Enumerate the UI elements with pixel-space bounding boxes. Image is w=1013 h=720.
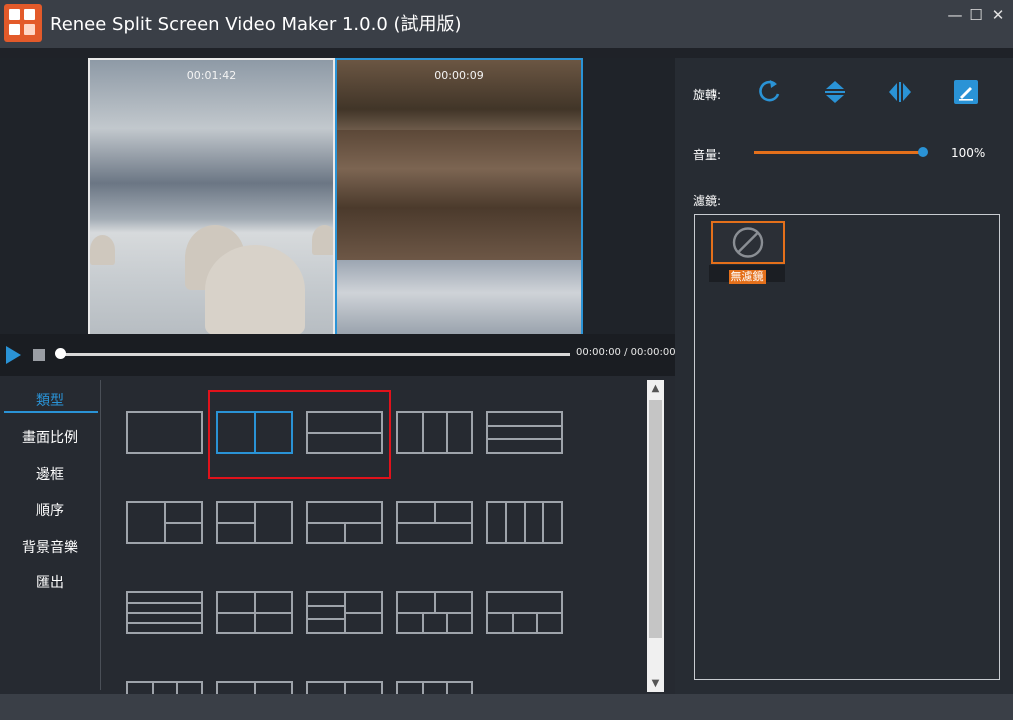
template-scrollbar[interactable]: ▲ ▼ xyxy=(647,380,664,692)
nav-item-border[interactable]: 邊框 xyxy=(0,464,100,484)
layout-template[interactable] xyxy=(396,411,473,454)
layout-template[interactable] xyxy=(486,411,563,454)
nav-active-indicator xyxy=(4,411,98,413)
properties-panel: 旋轉: 音量: 100% 濾鏡: 無濾鏡 xyxy=(675,58,1013,694)
divider xyxy=(100,380,101,690)
layout-template[interactable] xyxy=(486,501,563,544)
volume-slider-knob[interactable] xyxy=(918,147,928,157)
title-bar: Renee Split Screen Video Maker 1.0.0 (試用… xyxy=(0,0,1013,48)
filter-item-none[interactable] xyxy=(711,221,785,264)
filter-item-label-bg: 無濾鏡 xyxy=(709,265,785,284)
layout-template[interactable] xyxy=(126,501,203,544)
volume-slider-track[interactable] xyxy=(754,151,924,154)
video-pane-1[interactable]: 00:01:42 xyxy=(88,58,335,336)
filter-item-label: 無濾鏡 xyxy=(728,270,766,284)
progress-knob[interactable] xyxy=(55,348,66,359)
layout-template[interactable] xyxy=(126,411,203,454)
tree-branch xyxy=(337,130,581,260)
volume-value: 100% xyxy=(951,146,986,160)
rotate-label: 旋轉: xyxy=(693,88,722,102)
nav-item-export[interactable]: 匯出 xyxy=(0,572,100,592)
settings-panel: 類型 畫面比例 邊框 順序 背景音樂 匯出 ▲ ▼ xyxy=(0,376,675,694)
preview-panel: 00:01:42 00:00:09 xyxy=(0,58,675,376)
filter-list: 無濾鏡 xyxy=(694,214,1000,680)
layout-template[interactable] xyxy=(216,681,293,694)
nav-item-order[interactable]: 順序 xyxy=(0,500,100,520)
scroll-thumb[interactable] xyxy=(649,400,662,638)
time-readout: 00:00:00 / 00:00:00 xyxy=(576,347,676,358)
progress-track[interactable] xyxy=(60,353,570,356)
nav-item-aspect-ratio[interactable]: 畫面比例 xyxy=(0,427,100,447)
app-title: Renee Split Screen Video Maker 1.0.0 (試用… xyxy=(50,14,462,35)
layout-template[interactable] xyxy=(216,591,293,634)
rotate-clockwise-icon[interactable] xyxy=(755,77,785,107)
status-bar xyxy=(0,694,1013,720)
video-pane-2[interactable]: 00:00:09 xyxy=(335,58,583,336)
layout-template[interactable] xyxy=(216,501,293,544)
flip-vertical-icon[interactable] xyxy=(820,77,850,107)
layout-template[interactable] xyxy=(486,591,563,634)
split-preview: 00:01:42 00:00:09 xyxy=(88,58,584,336)
scroll-up-icon[interactable]: ▲ xyxy=(647,380,664,397)
scroll-down-icon[interactable]: ▼ xyxy=(647,675,664,692)
stop-button[interactable] xyxy=(33,349,45,361)
play-button[interactable] xyxy=(6,346,21,364)
selection-highlight xyxy=(208,390,391,479)
layout-template[interactable] xyxy=(306,501,383,544)
layout-template[interactable] xyxy=(306,591,383,634)
layout-template[interactable] xyxy=(396,591,473,634)
minimize-button[interactable]: — xyxy=(946,6,964,24)
side-nav: 類型 畫面比例 邊框 順序 背景音樂 匯出 xyxy=(0,376,100,694)
nav-item-background-music[interactable]: 背景音樂 xyxy=(0,537,100,557)
layout-template[interactable] xyxy=(306,681,383,694)
close-button[interactable]: ✕ xyxy=(989,6,1007,24)
layout-template[interactable] xyxy=(396,501,473,544)
nav-item-type[interactable]: 類型 xyxy=(0,390,100,410)
flip-horizontal-icon[interactable] xyxy=(885,77,915,107)
salt-mound xyxy=(312,225,333,255)
video-1-time: 00:01:42 xyxy=(186,69,237,82)
volume-label: 音量: xyxy=(693,148,722,162)
salt-mound xyxy=(90,235,115,265)
no-filter-icon xyxy=(732,227,764,258)
layout-template[interactable] xyxy=(126,591,203,634)
maximize-button[interactable]: ☐ xyxy=(967,6,985,24)
filter-label: 濾鏡: xyxy=(693,194,722,208)
salt-mound xyxy=(205,245,305,334)
layout-template[interactable] xyxy=(126,681,203,694)
video-2-time: 00:00:09 xyxy=(434,69,484,82)
edit-icon[interactable] xyxy=(951,77,981,107)
layout-template[interactable] xyxy=(396,681,473,694)
player-controls: 00:00:00 / 00:00:00 xyxy=(0,334,676,376)
app-logo-icon xyxy=(4,4,42,42)
